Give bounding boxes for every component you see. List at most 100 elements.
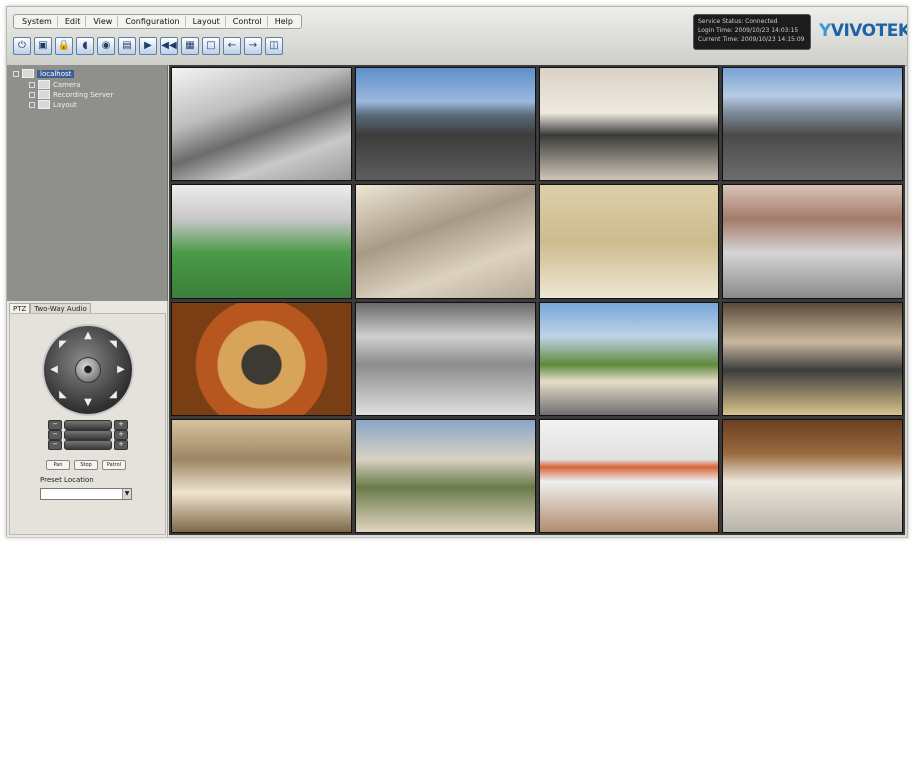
camera-view-16[interactable] [722, 418, 903, 533]
camera-view-9[interactable] [171, 301, 352, 416]
tree-root-label: localhost [37, 69, 75, 78]
arrow-up-right-icon[interactable]: ◥ [106, 338, 120, 352]
focus-slider[interactable] [64, 430, 112, 440]
print-icon: ▤ [122, 40, 132, 51]
camera-view-7[interactable] [538, 184, 720, 299]
power-icon: ⏻ [18, 40, 26, 51]
arrow-left-icon: ← [227, 40, 237, 51]
tree-item-label: Camera [53, 80, 81, 89]
tree-item-layout[interactable]: Layout [29, 100, 77, 109]
video-feed [723, 68, 902, 181]
layout-grid-button[interactable]: ▦ [181, 37, 199, 55]
focus-near-button[interactable]: − [48, 430, 62, 440]
camera-view-1[interactable] [171, 67, 352, 182]
device-tree-panel: localhost Camera Recording Server Layout [7, 65, 168, 301]
print-button[interactable]: ▤ [118, 37, 136, 55]
ptz-action-buttons: Pan Stop Patrol [46, 460, 126, 470]
play-button[interactable]: ▶ [139, 37, 157, 55]
stop-button[interactable]: Stop [74, 460, 98, 470]
snapshot-button[interactable]: ◫ [265, 37, 283, 55]
monitor-icon: ▣ [38, 40, 48, 51]
menu-layout[interactable]: Layout [188, 16, 226, 27]
chevron-down-icon[interactable]: ▼ [122, 489, 131, 499]
audio-button[interactable]: ◖ [76, 37, 94, 55]
arrow-right-button[interactable]: → [244, 37, 262, 55]
snapshot-icon: ◫ [269, 40, 279, 51]
status-line-login: Login Time: 2009/10/23 14:03:15 [698, 27, 799, 34]
folder-icon [38, 100, 50, 109]
zoom-slider[interactable] [64, 420, 112, 430]
tree-item-camera[interactable]: Camera [29, 80, 80, 89]
menu-system[interactable]: System [17, 16, 58, 27]
iris-close-button[interactable]: − [48, 440, 62, 450]
video-feed [355, 185, 535, 298]
camera-button[interactable]: ◉ [97, 37, 115, 55]
arrow-down-right-icon[interactable]: ◢ [106, 388, 120, 402]
iris-open-button[interactable]: + [114, 440, 128, 450]
arrow-right-icon[interactable]: ▶ [114, 363, 128, 377]
preset-location-select[interactable]: ▼ [40, 488, 132, 500]
pan-button[interactable]: Pan [46, 460, 70, 470]
toolbar: ⏻ ▣ 🔒 ◖ ◉ ▤ ▶ ◀◀ ▦ □ ← → ◫ [13, 37, 283, 55]
video-feed [723, 185, 902, 298]
video-feed [355, 68, 535, 181]
lock-button[interactable]: 🔒 [55, 37, 73, 55]
rewind-icon: ◀◀ [161, 40, 177, 51]
video-feed [172, 68, 351, 181]
ptz-direction-pad: ▲ ▼ ◀ ▶ ◤ ◥ ◣ ◢ ● [42, 324, 134, 416]
expand-icon[interactable] [13, 70, 19, 77]
ptz-controls: ▲ ▼ ◀ ▶ ◤ ◥ ◣ ◢ ● − + − + − + Pan Stop P… [9, 313, 166, 535]
video-feed [172, 302, 351, 415]
top-bar: System Edit View Configuration Layout Control… [7, 7, 907, 66]
tree-item-recording-server[interactable]: Recording Server [29, 90, 113, 99]
camera-view-14[interactable] [354, 418, 536, 533]
iris-slider[interactable] [64, 440, 112, 450]
menu-edit[interactable]: Edit [60, 16, 87, 27]
menu-help[interactable]: Help [270, 16, 298, 27]
arrow-up-left-icon[interactable]: ◤ [56, 338, 70, 352]
fullscreen-button[interactable]: □ [202, 37, 220, 55]
video-feed [539, 68, 719, 181]
arrow-down-left-icon[interactable]: ◣ [56, 388, 70, 402]
camera-view-13[interactable] [171, 418, 352, 533]
menu-control[interactable]: Control [228, 16, 268, 27]
rewind-button[interactable]: ◀◀ [160, 37, 178, 55]
camera-view-12[interactable] [722, 301, 903, 416]
expand-icon[interactable] [29, 101, 35, 108]
camera-view-2[interactable] [354, 67, 536, 182]
expand-icon[interactable] [29, 91, 35, 98]
home-position-button[interactable]: ● [75, 357, 101, 383]
camera-view-6[interactable] [354, 184, 536, 299]
status-panel: Service Status: Connected Login Time: 20… [693, 14, 811, 50]
tree-root[interactable]: localhost [13, 69, 75, 78]
camera-view-8[interactable] [722, 184, 903, 299]
camera-view-15[interactable] [538, 418, 720, 533]
camera-view-10[interactable] [354, 301, 536, 416]
arrow-left-button[interactable]: ← [223, 37, 241, 55]
logo-text: VIVOTEK [830, 21, 908, 41]
zoom-in-button[interactable]: + [114, 420, 128, 430]
menu-view[interactable]: View [88, 16, 119, 27]
camera-view-3[interactable] [538, 67, 720, 182]
power-button[interactable]: ⏻ [13, 37, 31, 55]
video-feed [539, 419, 719, 532]
focus-far-button[interactable]: + [114, 430, 128, 440]
arrow-down-icon[interactable]: ▼ [81, 396, 95, 410]
focus-control: − + [48, 430, 128, 440]
monitor-button[interactable]: ▣ [34, 37, 52, 55]
camera-view-5[interactable] [171, 184, 352, 299]
expand-icon[interactable] [29, 81, 35, 88]
folder-icon [38, 90, 50, 99]
iris-control: − + [48, 440, 128, 450]
menu-configuration[interactable]: Configuration [120, 16, 186, 27]
zoom-control: − + [48, 420, 128, 430]
arrow-left-icon[interactable]: ◀ [47, 363, 61, 377]
zoom-out-button[interactable]: − [48, 420, 62, 430]
lock-icon: 🔒 [57, 40, 71, 51]
arrow-up-icon[interactable]: ▲ [81, 329, 95, 343]
video-feed [539, 185, 719, 298]
camera-view-4[interactable] [722, 67, 903, 182]
camera-view-11[interactable] [538, 301, 720, 416]
video-feed [355, 302, 535, 415]
patrol-button[interactable]: Patrol [102, 460, 126, 470]
